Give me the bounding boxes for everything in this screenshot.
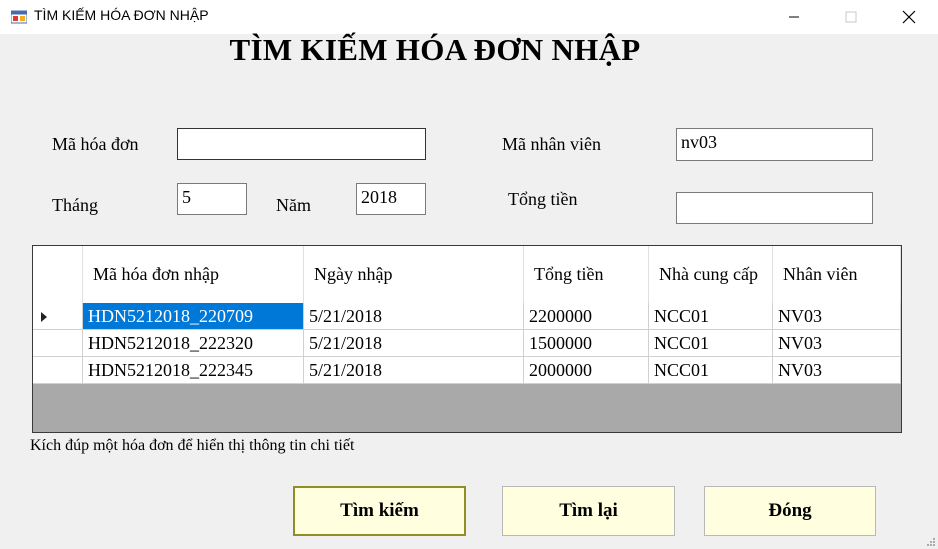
column-header-date[interactable]: Ngày nhập xyxy=(304,246,524,303)
reset-button[interactable]: Tìm lại xyxy=(502,486,675,536)
cell-invoice-id[interactable]: HDN5212018_220709 xyxy=(83,303,304,330)
cell-total[interactable]: 1500000 xyxy=(524,330,649,357)
cell-invoice-id[interactable]: HDN5212018_222320 xyxy=(83,330,304,357)
cell-total[interactable]: 2000000 xyxy=(524,357,649,384)
minimize-button[interactable] xyxy=(771,0,817,34)
close-button[interactable] xyxy=(886,0,932,34)
row-header[interactable] xyxy=(33,303,83,330)
employee-id-input[interactable]: nv03 xyxy=(676,128,873,161)
total-input[interactable] xyxy=(676,192,873,224)
maximize-icon xyxy=(845,11,857,23)
year-input[interactable]: 2018 xyxy=(356,183,426,215)
row-header[interactable] xyxy=(33,330,83,357)
column-header-employee[interactable]: Nhân viên xyxy=(773,246,901,303)
grid-corner xyxy=(33,246,83,303)
close-icon xyxy=(902,10,916,24)
table-row[interactable]: HDN5212018_220709 5/21/2018 2200000 NCC0… xyxy=(33,303,901,330)
resize-grip-icon[interactable] xyxy=(926,537,936,547)
cell-employee[interactable]: NV03 xyxy=(773,357,901,384)
cell-date[interactable]: 5/21/2018 xyxy=(304,357,524,384)
double-click-hint: Kích đúp một hóa đơn để hiển thị thông t… xyxy=(30,437,355,454)
year-label: Năm xyxy=(276,195,311,215)
window-title: TÌM KIẾM HÓA ĐƠN NHẬP xyxy=(34,7,209,23)
column-header-total[interactable]: Tổng tiền xyxy=(524,246,649,303)
app-form-icon xyxy=(11,10,27,24)
cell-supplier[interactable]: NCC01 xyxy=(649,330,773,357)
grid-header: Mã hóa đơn nhập Ngày nhập Tổng tiền Nhà … xyxy=(33,246,901,304)
search-button[interactable]: Tìm kiếm xyxy=(293,486,466,536)
cell-invoice-id[interactable]: HDN5212018_222345 xyxy=(83,357,304,384)
row-header[interactable] xyxy=(33,357,83,384)
column-header-supplier[interactable]: Nhà cung cấp xyxy=(649,246,773,303)
cell-employee[interactable]: NV03 xyxy=(773,330,901,357)
cell-supplier[interactable]: NCC01 xyxy=(649,357,773,384)
employee-id-label: Mã nhân viên xyxy=(502,134,601,154)
table-row[interactable]: HDN5212018_222345 5/21/2018 2000000 NCC0… xyxy=(33,357,901,384)
close-form-button[interactable]: Đóng xyxy=(704,486,876,536)
cell-total[interactable]: 2200000 xyxy=(524,303,649,330)
page-title: TÌM KIẾM HÓA ĐƠN NHẬP xyxy=(229,32,641,67)
column-header-invoice-id[interactable]: Mã hóa đơn nhập xyxy=(83,246,304,303)
cell-date[interactable]: 5/21/2018 xyxy=(304,303,524,330)
month-input[interactable]: 5 xyxy=(177,183,247,215)
cell-date[interactable]: 5/21/2018 xyxy=(304,330,524,357)
current-row-arrow-icon xyxy=(41,312,47,322)
maximize-button[interactable] xyxy=(828,0,874,34)
cell-supplier[interactable]: NCC01 xyxy=(649,303,773,330)
cell-employee[interactable]: NV03 xyxy=(773,303,901,330)
minimize-icon xyxy=(789,16,799,18)
table-row[interactable]: HDN5212018_222320 5/21/2018 1500000 NCC0… xyxy=(33,330,901,357)
invoice-id-input[interactable] xyxy=(177,128,426,160)
month-label: Tháng xyxy=(52,195,98,215)
invoice-id-label: Mã hóa đơn xyxy=(52,134,139,154)
invoice-grid[interactable]: Mã hóa đơn nhập Ngày nhập Tổng tiền Nhà … xyxy=(32,245,902,433)
total-label: Tổng tiền xyxy=(508,189,578,209)
title-bar: TÌM KIẾM HÓA ĐƠN NHẬP xyxy=(0,0,938,34)
